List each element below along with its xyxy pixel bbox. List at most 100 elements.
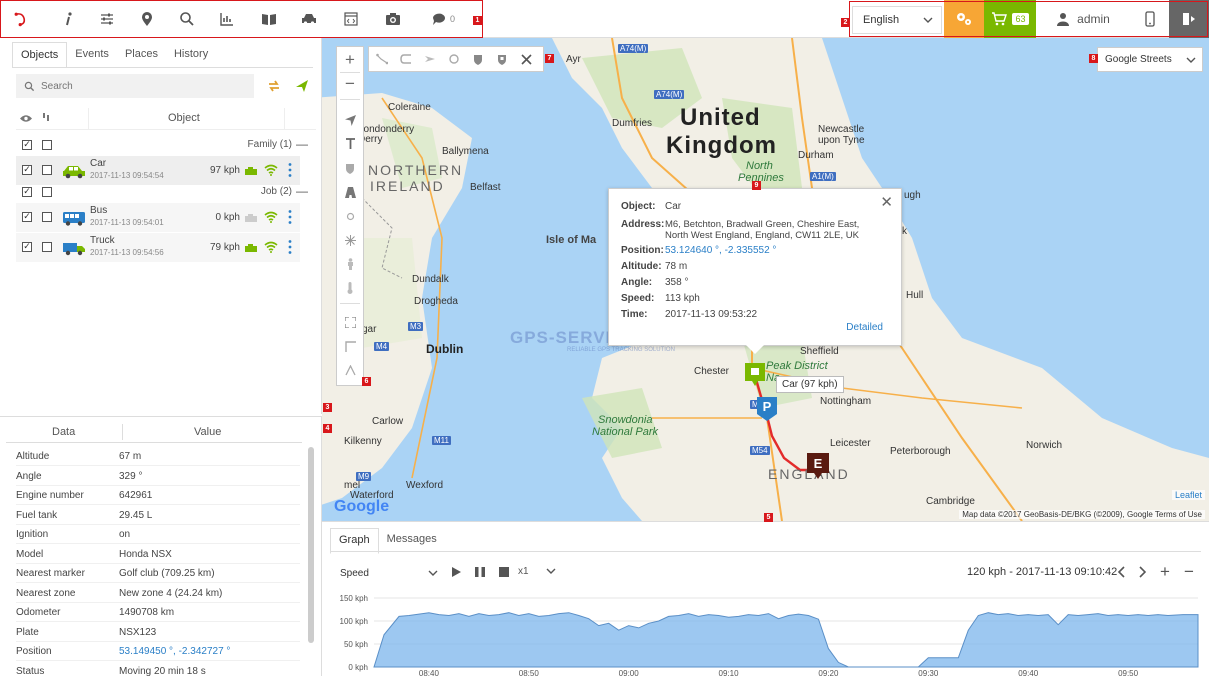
polyline-tool-icon[interactable]: [375, 52, 389, 66]
parking-marker[interactable]: P: [756, 396, 778, 422]
zoom-in-button[interactable]: +: [337, 49, 363, 71]
graph-zoom-in-button[interactable]: +: [1156, 562, 1174, 582]
traffic-button[interactable]: [337, 229, 363, 251]
fit-bounds-button[interactable]: [337, 311, 363, 333]
popup-close-button[interactable]: ✕: [880, 193, 893, 211]
group-follow-checkbox[interactable]: [42, 140, 52, 150]
chevron-down-icon[interactable]: [546, 566, 556, 576]
search-field[interactable]: [16, 74, 254, 98]
more-menu-icon[interactable]: [288, 239, 292, 255]
chart-y-tick-label: 0 kph: [348, 663, 368, 672]
refresh-button[interactable]: [262, 74, 286, 98]
ruler-icon: [344, 340, 356, 352]
group-family[interactable]: Family (1) —: [16, 134, 316, 156]
object-follow-checkbox[interactable]: [42, 165, 52, 175]
follow-icon[interactable]: [42, 112, 52, 124]
sun-button[interactable]: [337, 205, 363, 227]
data-value[interactable]: 53.149450 °, -2.342727 °: [119, 646, 230, 657]
playback-speed-value[interactable]: x1: [518, 566, 529, 577]
map-pin-icon[interactable]: [130, 0, 164, 38]
stop-button[interactable]: [496, 564, 512, 580]
pause-button[interactable]: [472, 564, 488, 580]
circle-tool-icon[interactable]: [447, 52, 461, 66]
tab-events[interactable]: Events: [67, 42, 117, 68]
scrollbar[interactable]: [308, 447, 314, 643]
zoom-out-button[interactable]: −: [337, 73, 363, 95]
book-icon[interactable]: [252, 0, 286, 38]
chart-x-tick-label: 08:50: [519, 669, 540, 676]
shield-button[interactable]: [337, 157, 363, 179]
route-tool-icon[interactable]: [399, 52, 413, 66]
object-visible-checkbox[interactable]: [22, 242, 32, 252]
object-data-panel: Data Value Altitude 67 m Angle 329 ° Engine …: [0, 416, 322, 676]
object-visible-checkbox[interactable]: [22, 212, 32, 222]
tab-objects[interactable]: Objects: [12, 42, 68, 68]
ruler-button[interactable]: [337, 335, 363, 357]
chart-icon[interactable]: [210, 0, 244, 38]
car-position-marker[interactable]: [744, 362, 766, 386]
collapse-toggle[interactable]: —: [296, 184, 308, 198]
language-select[interactable]: English: [852, 6, 942, 34]
close-icon[interactable]: [519, 52, 533, 66]
chat-icon[interactable]: 0: [420, 0, 466, 38]
eye-icon[interactable]: [20, 114, 32, 123]
pause-icon: [475, 567, 485, 577]
object-follow-checkbox[interactable]: [42, 212, 52, 222]
bus-icon: [63, 212, 85, 226]
leaflet-link[interactable]: Leaflet: [1171, 490, 1205, 500]
mobile-view-button[interactable]: [1131, 0, 1169, 38]
more-menu-icon[interactable]: [288, 162, 292, 178]
road-button[interactable]: [337, 181, 363, 203]
angle-button[interactable]: [337, 359, 363, 381]
graph-source-select[interactable]: Speed: [340, 562, 440, 584]
end-marker[interactable]: E: [806, 452, 830, 480]
speed-chart[interactable]: 150 kph 100 kph 50 kph 0 kph 08:40 08:50 09:00…: [322, 592, 1209, 676]
search-input[interactable]: [41, 80, 241, 92]
object-follow-checkbox[interactable]: [42, 242, 52, 252]
group-visible-checkbox[interactable]: [22, 140, 32, 150]
logo-icon[interactable]: [4, 0, 38, 38]
object-row-truck[interactable]: Truck 2017-11-13 09:54:56 79 kph: [16, 233, 300, 262]
thermometer-button[interactable]: [337, 277, 363, 299]
map-layer-select[interactable]: Google Streets: [1097, 47, 1203, 72]
arrow-tool-icon[interactable]: [423, 52, 437, 66]
graph-next-button[interactable]: [1134, 562, 1152, 582]
info-icon[interactable]: [52, 0, 86, 38]
group-visible-checkbox[interactable]: [22, 187, 32, 197]
data-value: Golf club (709.25 km): [119, 568, 215, 579]
popup-detailed-link[interactable]: Detailed: [846, 322, 883, 333]
add-object-button[interactable]: [290, 74, 314, 98]
chart-x-tick-label: 08:40: [419, 669, 440, 676]
group-follow-checkbox[interactable]: [42, 187, 52, 197]
map-view[interactable]: United Kingdom NORTHERN IRELAND ENGLAND …: [322, 38, 1209, 521]
map-label: Hull: [906, 290, 924, 301]
chart-series-area[interactable]: [373, 612, 1199, 668]
shield-outline-tool-icon[interactable]: [495, 52, 509, 66]
streetview-button[interactable]: [337, 253, 363, 275]
user-menu-button[interactable]: admin: [1036, 0, 1131, 38]
text-tool-button[interactable]: [337, 133, 363, 155]
settings-button[interactable]: [944, 0, 984, 38]
object-visible-checkbox[interactable]: [22, 165, 32, 175]
object-row-bus[interactable]: Bus 2017-11-13 09:54:01 0 kph: [16, 203, 300, 232]
annotation-marker: 9: [752, 181, 761, 190]
shield-tool-icon[interactable]: [471, 52, 485, 66]
play-button[interactable]: [448, 564, 464, 580]
sliders-icon[interactable]: [90, 0, 124, 38]
graph-zoom-out-button[interactable]: −: [1180, 562, 1198, 582]
logout-button[interactable]: [1169, 0, 1209, 38]
search-icon[interactable]: [170, 0, 204, 38]
collapse-toggle[interactable]: —: [296, 137, 308, 151]
data-value: on: [119, 529, 131, 540]
popup-value[interactable]: 53.124640 °, -2.335552 °: [665, 245, 776, 256]
tab-history[interactable]: History: [166, 42, 216, 68]
car-icon[interactable]: [292, 0, 326, 38]
group-job[interactable]: Job (2) —: [16, 181, 316, 203]
camera-icon[interactable]: [376, 0, 410, 38]
cart-button[interactable]: 63: [984, 0, 1036, 38]
graph-prev-button[interactable]: [1112, 562, 1130, 582]
navigate-button[interactable]: [337, 109, 363, 131]
tab-places[interactable]: Places: [117, 42, 166, 68]
more-menu-icon[interactable]: [288, 209, 292, 225]
code-icon[interactable]: [334, 0, 368, 38]
